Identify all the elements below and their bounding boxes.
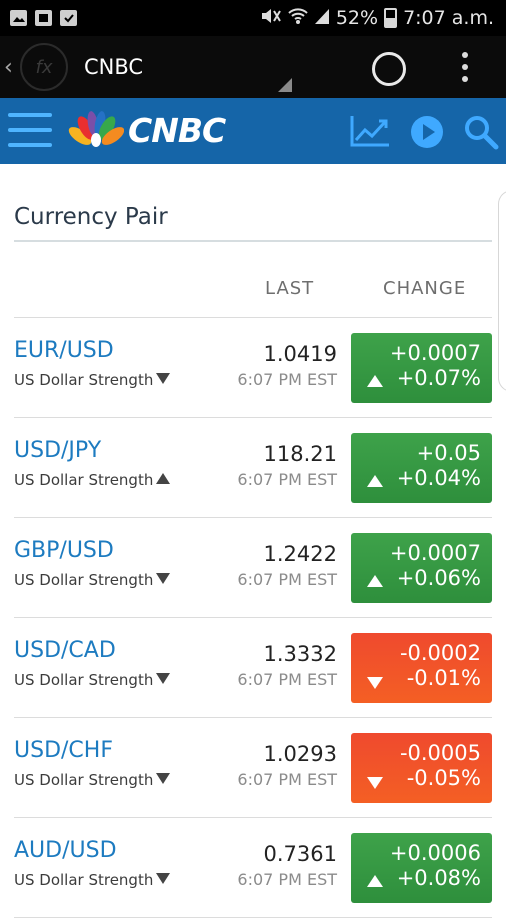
- mute-icon: [260, 7, 282, 30]
- app-title: CNBC: [84, 55, 144, 79]
- table-row[interactable]: GBP/USD US Dollar Strength 1.2422 6:07 PM E…: [0, 518, 506, 618]
- change-percent: +0.07%: [396, 366, 481, 390]
- menu-icon[interactable]: [8, 113, 52, 147]
- change-value: +0.0006: [389, 841, 481, 865]
- last-timestamp: 6:07 PM EST: [237, 470, 337, 489]
- column-header-last: LAST: [265, 278, 315, 299]
- change-badge[interactable]: +0.0007 +0.07%: [351, 333, 492, 403]
- clock: 7:07 a.m.: [403, 7, 494, 29]
- change-value: +0.05: [416, 441, 481, 465]
- table-row[interactable]: AUD/USD US Dollar Strength 0.7361 6:07 PM E…: [0, 818, 506, 918]
- currency-pair-link[interactable]: EUR/USD: [14, 338, 114, 363]
- table-row[interactable]: USD/CAD US Dollar Strength 1.3332 6:07 PM E…: [0, 618, 506, 718]
- strength-label: US Dollar Strength: [14, 771, 154, 789]
- table-row[interactable]: USD/CHF US Dollar Strength 1.0293 6:07 PM E…: [0, 718, 506, 818]
- strength-arrow-icon: [156, 373, 170, 384]
- loading-spinner-icon: [372, 52, 406, 86]
- strength-label: US Dollar Strength: [14, 671, 154, 689]
- cnbc-wordmark: CNBC: [128, 111, 226, 150]
- sim-icon: [35, 10, 52, 26]
- last-timestamp: 6:07 PM EST: [237, 870, 337, 889]
- change-badge[interactable]: -0.0005 -0.05%: [351, 733, 492, 803]
- last-timestamp: 6:07 PM EST: [237, 770, 337, 789]
- change-percent: -0.01%: [406, 666, 481, 690]
- overflow-menu-button[interactable]: [461, 52, 469, 82]
- change-badge[interactable]: +0.05 +0.04%: [351, 433, 492, 503]
- status-bar: 52% 7:07 a.m.: [0, 0, 506, 36]
- change-value: +0.0007: [389, 341, 481, 365]
- play-icon[interactable]: [411, 116, 443, 148]
- table-row[interactable]: EUR/USD US Dollar Strength 1.0419 6:07 PM E…: [0, 318, 506, 418]
- last-price: 1.3332: [263, 642, 337, 666]
- page-title: Currency Pair: [14, 204, 168, 230]
- strength-arrow-icon: [156, 673, 170, 684]
- currency-pair-link[interactable]: USD/CAD: [14, 638, 116, 663]
- search-icon[interactable]: [463, 114, 499, 150]
- last-timestamp: 6:07 PM EST: [237, 570, 337, 589]
- battery-percent: 52%: [335, 7, 379, 29]
- photo-icon: [10, 10, 27, 26]
- strength-arrow-icon: [156, 873, 170, 884]
- corner-triangle-icon: [278, 78, 292, 92]
- strength-arrow-icon: [156, 573, 170, 584]
- change-direction-icon: [367, 575, 383, 587]
- change-direction-icon: [367, 875, 383, 887]
- change-percent: +0.08%: [396, 866, 481, 890]
- briefcase-icon: [60, 10, 77, 26]
- strength-arrow-icon: [156, 773, 170, 784]
- change-value: -0.0005: [399, 741, 481, 765]
- change-percent: +0.04%: [396, 466, 481, 490]
- last-price: 1.0293: [263, 742, 337, 766]
- peacock-logo-icon: [68, 111, 124, 147]
- change-badge[interactable]: +0.0007 +0.06%: [351, 533, 492, 603]
- table-row[interactable]: USD/JPY US Dollar Strength 118.21 6:07 PM E…: [0, 418, 506, 518]
- currency-pair-link[interactable]: GBP/USD: [14, 538, 114, 563]
- change-direction-icon: [367, 777, 383, 789]
- change-percent: +0.06%: [396, 566, 481, 590]
- change-direction-icon: [367, 375, 383, 387]
- strength-arrow-icon: [156, 473, 170, 484]
- currency-pair-link[interactable]: USD/JPY: [14, 438, 101, 463]
- strength-label: US Dollar Strength: [14, 471, 154, 489]
- strength-label: US Dollar Strength: [14, 871, 154, 889]
- currency-pair-link[interactable]: USD/CHF: [14, 738, 113, 763]
- change-direction-icon: [367, 475, 383, 487]
- strength-label: US Dollar Strength: [14, 371, 154, 389]
- strength-label: US Dollar Strength: [14, 571, 154, 589]
- last-timestamp: 6:07 PM EST: [237, 370, 337, 389]
- last-price: 1.2422: [263, 542, 337, 566]
- title-divider: [14, 240, 492, 242]
- wifi-icon: [288, 7, 308, 30]
- change-value: -0.0002: [399, 641, 481, 665]
- app-title-bar: ‹ fx CNBC: [0, 36, 506, 98]
- back-chevron-icon[interactable]: ‹: [4, 55, 16, 80]
- last-timestamp: 6:07 PM EST: [237, 670, 337, 689]
- last-price: 1.0419: [263, 342, 337, 366]
- last-price: 0.7361: [263, 842, 337, 866]
- column-header-change: CHANGE: [383, 278, 467, 299]
- currency-pair-link[interactable]: AUD/USD: [14, 838, 117, 863]
- change-percent: -0.05%: [406, 766, 481, 790]
- chart-icon[interactable]: [349, 114, 391, 148]
- battery-icon: [384, 8, 398, 28]
- last-price: 118.21: [263, 442, 337, 466]
- signal-icon: [314, 7, 330, 30]
- change-badge[interactable]: -0.0002 -0.01%: [351, 633, 492, 703]
- app-logo-icon[interactable]: fx: [20, 43, 68, 91]
- change-direction-icon: [367, 677, 383, 689]
- change-badge[interactable]: +0.0006 +0.08%: [351, 833, 492, 903]
- change-value: +0.0007: [389, 541, 481, 565]
